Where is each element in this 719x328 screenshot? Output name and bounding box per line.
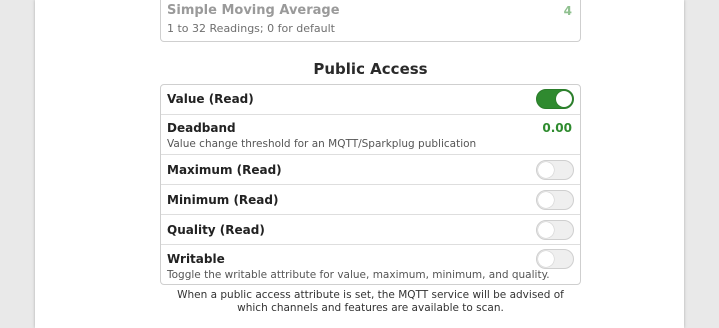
minimum-read-row[interactable]: Minimum (Read) xyxy=(161,184,580,214)
maximum-read-label: Maximum (Read) xyxy=(167,163,282,177)
quality-read-row[interactable]: Quality (Read) xyxy=(161,214,580,244)
writable-toggle[interactable] xyxy=(536,249,574,269)
deadband-label: Deadband xyxy=(167,121,236,135)
writable-description: Toggle the writable attribute for value,… xyxy=(167,269,550,281)
value-read-toggle[interactable] xyxy=(536,89,574,109)
deadband-description: Value change threshold for an MQTT/Spark… xyxy=(167,138,477,150)
public-access-footnote: When a public access attribute is set, t… xyxy=(160,289,581,315)
moving-average-value[interactable]: 4 xyxy=(564,4,572,18)
toggle-knob xyxy=(538,162,554,178)
toggle-knob xyxy=(538,251,554,267)
minimum-read-label: Minimum (Read) xyxy=(167,193,279,207)
moving-average-title: Simple Moving Average xyxy=(167,3,340,18)
maximum-read-toggle[interactable] xyxy=(536,160,574,180)
toggle-knob xyxy=(538,192,554,208)
footnote-line-1: When a public access attribute is set, t… xyxy=(177,289,564,301)
settings-panel: Simple Moving Average 1 to 32 Readings; … xyxy=(35,0,684,328)
maximum-read-row[interactable]: Maximum (Read) xyxy=(161,154,580,184)
quality-read-toggle[interactable] xyxy=(536,220,574,240)
moving-average-description: 1 to 32 Readings; 0 for default xyxy=(167,22,335,35)
writable-label: Writable xyxy=(167,252,225,266)
moving-average-card[interactable]: Simple Moving Average 1 to 32 Readings; … xyxy=(160,0,581,42)
footnote-line-2: which channels and features are availabl… xyxy=(237,302,504,314)
toggle-knob xyxy=(556,91,572,107)
value-read-row[interactable]: Value (Read) xyxy=(161,85,580,114)
deadband-value[interactable]: 0.00 xyxy=(542,121,572,135)
minimum-read-toggle[interactable] xyxy=(536,190,574,210)
value-read-label: Value (Read) xyxy=(167,92,254,106)
quality-read-label: Quality (Read) xyxy=(167,223,265,237)
deadband-row[interactable]: Deadband Value change threshold for an M… xyxy=(161,114,580,154)
writable-row[interactable]: Writable Toggle the writable attribute f… xyxy=(161,244,580,285)
public-access-heading: Public Access xyxy=(313,60,428,78)
public-access-card: Value (Read) Deadband Value change thres… xyxy=(160,84,581,285)
toggle-knob xyxy=(538,222,554,238)
